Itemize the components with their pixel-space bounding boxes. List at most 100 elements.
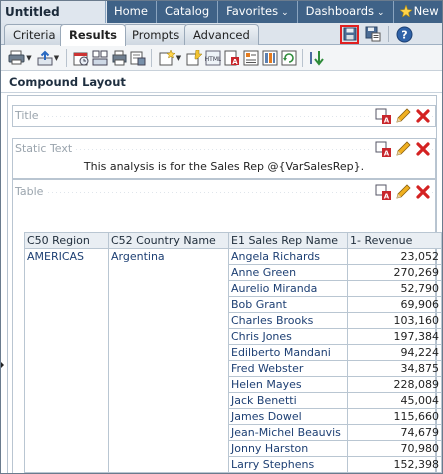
svg-text:A: A — [232, 58, 238, 66]
chevron-down-icon: ⌄ — [281, 8, 289, 18]
edit-pencil-icon[interactable] — [394, 183, 411, 200]
table-row: Jonny Harston 70,980 — [24, 440, 442, 457]
view-options-icon[interactable] — [129, 49, 146, 67]
refresh-icon[interactable] — [280, 49, 297, 67]
column-properties-icon[interactable] — [261, 49, 278, 67]
edit-pencil-icon[interactable] — [394, 140, 411, 157]
edit-pencil-icon[interactable] — [394, 107, 411, 124]
column-header-revenue[interactable]: 1- Revenue — [347, 232, 442, 249]
sales-rep-cell[interactable]: Anne Green — [228, 264, 348, 281]
new-view-icon[interactable]: ▼ — [157, 49, 183, 67]
splitter-handle[interactable] — [1, 361, 4, 369]
region-cell — [24, 376, 109, 393]
properties-icon[interactable] — [242, 49, 259, 67]
divider — [151, 48, 152, 67]
view-title-label: Table — [15, 185, 47, 198]
svg-text:?: ? — [401, 28, 407, 41]
sort-icon[interactable] — [308, 49, 325, 67]
table-row: Jack Benetti 45,004 — [24, 392, 442, 409]
print-preview-icon[interactable] — [110, 49, 127, 67]
column-header-region[interactable]: C50 Region — [24, 232, 109, 249]
revenue-cell: 197,384 — [347, 328, 442, 345]
svg-text:A: A — [383, 116, 389, 124]
format-container-icon[interactable]: A — [374, 107, 391, 124]
svg-text:A: A — [383, 149, 389, 157]
format-container-icon[interactable]: A — [374, 140, 391, 157]
country-cell — [108, 264, 229, 281]
save-as-icon[interactable] — [363, 25, 382, 44]
tab-results[interactable]: Results — [60, 24, 126, 46]
nav-favorites[interactable]: Favorites ⌄ — [217, 1, 297, 23]
sales-rep-cell[interactable]: Jonny Harston — [228, 440, 348, 457]
table-row: AMERICAS Argentina Angela Richards 23,052 — [24, 248, 442, 265]
sales-rep-cell[interactable]: Angela Richards — [228, 248, 348, 265]
sales-rep-cell[interactable]: Larry Stephens — [228, 456, 348, 473]
region-cell — [24, 312, 109, 329]
column-header-country[interactable]: C52 Country Name — [108, 232, 229, 249]
tab-prompts[interactable]: Prompts — [123, 24, 189, 45]
country-cell — [108, 296, 229, 313]
revenue-cell: 70,980 — [347, 440, 442, 457]
sales-rep-cell[interactable]: Aurelio Miranda — [228, 280, 348, 297]
sales-rep-cell[interactable]: Jack Benetti — [228, 392, 348, 409]
table-row: James Dowel 115,660 — [24, 408, 442, 425]
sales-rep-cell[interactable]: Chris Jones — [228, 328, 348, 345]
nav-catalog[interactable]: Catalog — [155, 1, 217, 23]
help-icon[interactable]: ? — [395, 25, 414, 44]
table-row: Fred Webster 34,875 — [24, 360, 442, 377]
region-cell — [24, 328, 109, 345]
revenue-cell: 74,679 — [347, 424, 442, 441]
export-icon[interactable]: ▼ — [35, 49, 61, 67]
view-layout-icon[interactable] — [91, 49, 108, 67]
country-cell[interactable]: Argentina — [108, 248, 229, 265]
chevron-down-icon: ⌄ — [377, 8, 385, 18]
tab-criteria[interactable]: Criteria — [4, 24, 65, 45]
country-cell — [108, 312, 229, 329]
sales-rep-cell[interactable]: Edilberto Mandani — [228, 344, 348, 361]
nav-dashboards[interactable]: Dashboards ⌄ — [296, 1, 393, 23]
table-row: Aurelio Miranda 52,790 — [24, 280, 442, 297]
tab-actions: ? — [340, 23, 414, 45]
save-icon[interactable] — [340, 24, 359, 44]
svg-text:A: A — [383, 192, 389, 200]
pdf-icon[interactable]: A — [223, 49, 240, 67]
column-header-sales-rep[interactable]: E1 Sales Rep Name — [228, 232, 348, 249]
html-icon[interactable]: HTML — [204, 49, 221, 67]
region-cell — [24, 360, 109, 377]
country-cell — [108, 360, 229, 377]
static-text-content: This analysis is for the Sales Rep @{Var… — [83, 160, 365, 173]
country-cell — [108, 456, 229, 473]
compound-layout-header: Compound Layout — [1, 71, 442, 93]
nav-new[interactable]: New⌄ — [392, 1, 442, 23]
country-cell — [108, 376, 229, 393]
nav-home[interactable]: Home — [105, 1, 156, 23]
sales-rep-cell[interactable]: Bob Grant — [228, 296, 348, 313]
sales-rep-cell[interactable]: Helen Mayes — [228, 376, 348, 393]
country-cell — [108, 408, 229, 425]
sales-rep-cell[interactable]: Charles Brooks — [228, 312, 348, 329]
print-icon[interactable]: ▼ — [7, 49, 33, 67]
format-container-icon[interactable]: A — [374, 183, 391, 200]
schedule-icon[interactable] — [72, 49, 89, 67]
revenue-cell: 52,790 — [347, 280, 442, 297]
static-text-view[interactable]: Static Text A This analysis is for the S… — [12, 138, 436, 179]
sales-rep-cell[interactable]: James Dowel — [228, 408, 348, 425]
delete-icon[interactable] — [414, 183, 431, 200]
revenue-cell: 270,269 — [347, 264, 442, 281]
view-title-label: Static Text — [15, 142, 76, 155]
revenue-cell: 115,660 — [347, 408, 442, 425]
tab-advanced[interactable]: Advanced — [184, 24, 259, 45]
delete-icon[interactable] — [414, 107, 431, 124]
svg-text:HTML: HTML — [205, 56, 221, 63]
region-cell[interactable]: AMERICAS — [24, 248, 109, 265]
table-header-row: C50 Region C52 Country Name E1 Sales Rep… — [24, 232, 442, 249]
edit-view-icon[interactable] — [185, 49, 202, 67]
revenue-cell: 34,875 — [347, 360, 442, 377]
sales-rep-cell[interactable]: Jean-Michel Beauvis — [228, 424, 348, 441]
country-cell — [108, 424, 229, 441]
sales-rep-cell[interactable]: Fred Webster — [228, 360, 348, 377]
divider — [388, 26, 389, 42]
new-star-icon — [398, 4, 413, 18]
delete-icon[interactable] — [414, 140, 431, 157]
title-view[interactable]: Title A — [12, 105, 436, 127]
